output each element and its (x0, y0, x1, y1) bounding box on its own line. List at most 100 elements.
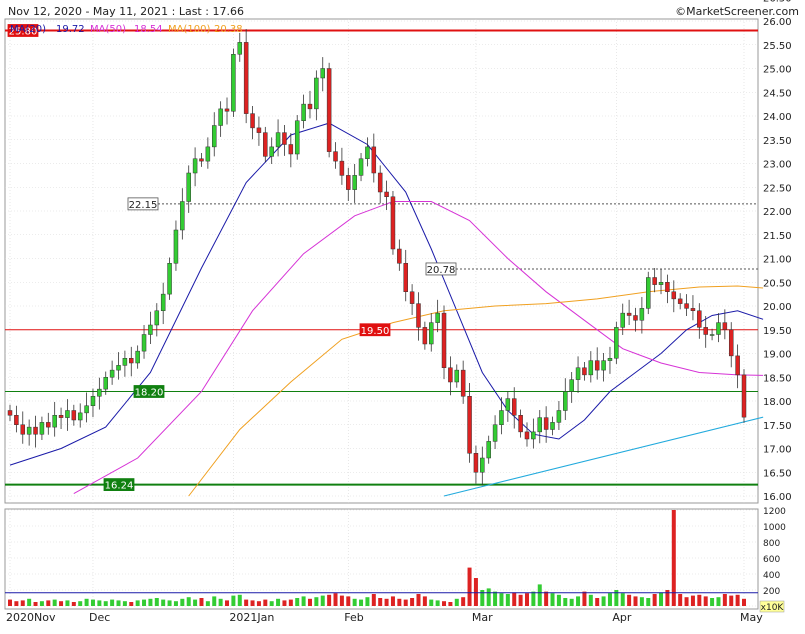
candle-body (633, 315, 638, 321)
volume-bar (659, 592, 664, 606)
volume-bar (595, 598, 600, 606)
y-tick-label: 21.00 (763, 255, 792, 266)
volume-bar (550, 593, 555, 606)
candle-body (505, 398, 511, 411)
volume-bar (563, 598, 568, 606)
volume-bar (352, 598, 357, 606)
y-tick-label: 26.50 (763, 0, 792, 4)
volume-bar (461, 597, 466, 606)
candle-body (358, 158, 364, 176)
volume-bar (429, 599, 434, 606)
volume-bar (339, 595, 344, 606)
volume-bar (690, 595, 695, 606)
volume-bar (269, 601, 274, 606)
volume-bar (697, 594, 702, 606)
y-tick-label: 26.00 (763, 17, 792, 28)
candle-body (473, 453, 479, 473)
volume-tick-label: 400 (763, 571, 780, 581)
volume-bar (231, 595, 236, 606)
volume-bar (378, 598, 383, 606)
volume-bar (416, 594, 421, 606)
candle-body (237, 42, 243, 55)
volume-bar (327, 594, 332, 606)
candle-body (52, 415, 57, 428)
volume-bar (467, 567, 472, 606)
candle-body (486, 441, 491, 459)
y-tick-label: 23.50 (763, 136, 792, 147)
candle-body (537, 417, 543, 433)
volume-bar (505, 594, 510, 606)
y-tick-label: 22.00 (763, 207, 792, 218)
volume-bar (403, 599, 408, 606)
candle-body (122, 358, 128, 366)
volume-bar (722, 594, 727, 606)
candle-body (524, 431, 530, 440)
volume-bar (627, 594, 632, 606)
candle-body (116, 365, 121, 371)
x-tick-label: Mar (472, 611, 493, 624)
candle-body (269, 146, 274, 157)
legend-ma100-value: 20.38 (214, 24, 243, 35)
volume-bar (193, 599, 198, 606)
x-tick-label: 2021Jan (229, 611, 274, 624)
volume-bar (422, 596, 427, 606)
candle-body (652, 277, 657, 285)
volume-plot-area (4, 508, 759, 610)
candle-body (192, 158, 198, 174)
volume-bar (244, 599, 249, 606)
candle-body (671, 291, 677, 300)
volume-bar (173, 601, 178, 606)
volume-bar (646, 598, 651, 606)
y-tick-label: 20.00 (763, 302, 792, 313)
candle-body (377, 172, 383, 193)
level-label: 20.78 (427, 265, 456, 276)
volume-bar (678, 594, 683, 606)
candle-body (735, 355, 740, 376)
volume-bar (346, 596, 351, 606)
level-label: 19.50 (361, 326, 390, 337)
candle-body (326, 68, 332, 152)
volume-bar (569, 598, 574, 606)
volume-bar (390, 596, 395, 606)
candle-body (435, 312, 440, 323)
volume-bar (27, 598, 32, 606)
candle-body (294, 120, 300, 155)
candle-body (639, 308, 645, 321)
volume-bar (186, 597, 191, 606)
volume-bar (39, 601, 44, 606)
candle-body (397, 248, 402, 264)
volume-bar (620, 593, 625, 606)
candle-body (416, 303, 421, 328)
volume-bar (129, 602, 134, 606)
volume-bar (371, 594, 376, 606)
volume-bar (729, 595, 734, 606)
candle-body (460, 369, 466, 397)
candle-body (677, 298, 683, 304)
candle-body (384, 191, 389, 197)
volume-bar (556, 594, 561, 606)
volume-bar (205, 601, 210, 606)
volume-bar (65, 600, 70, 606)
candle-body (224, 108, 230, 112)
volume-bar (212, 596, 217, 606)
candle-body (205, 146, 211, 162)
candle-body (620, 312, 625, 328)
volume-bar (250, 600, 255, 606)
volume-bar (78, 601, 83, 606)
candle-body (314, 77, 319, 110)
candle-body (71, 410, 77, 421)
candle-body (84, 405, 89, 414)
candle-body (148, 324, 153, 335)
candle-body (492, 424, 498, 442)
volume-bar (46, 600, 51, 606)
volume-bar (448, 602, 453, 606)
y-tick-label: 18.50 (763, 373, 792, 384)
candle-body (7, 410, 13, 416)
y-tick-label: 24.50 (763, 88, 792, 99)
candle-body (403, 263, 408, 292)
volume-bar (167, 600, 172, 606)
y-tick-label: 17.00 (763, 445, 792, 456)
volume-bar (652, 594, 657, 606)
candle-body (33, 426, 38, 435)
candle-body (109, 369, 115, 378)
